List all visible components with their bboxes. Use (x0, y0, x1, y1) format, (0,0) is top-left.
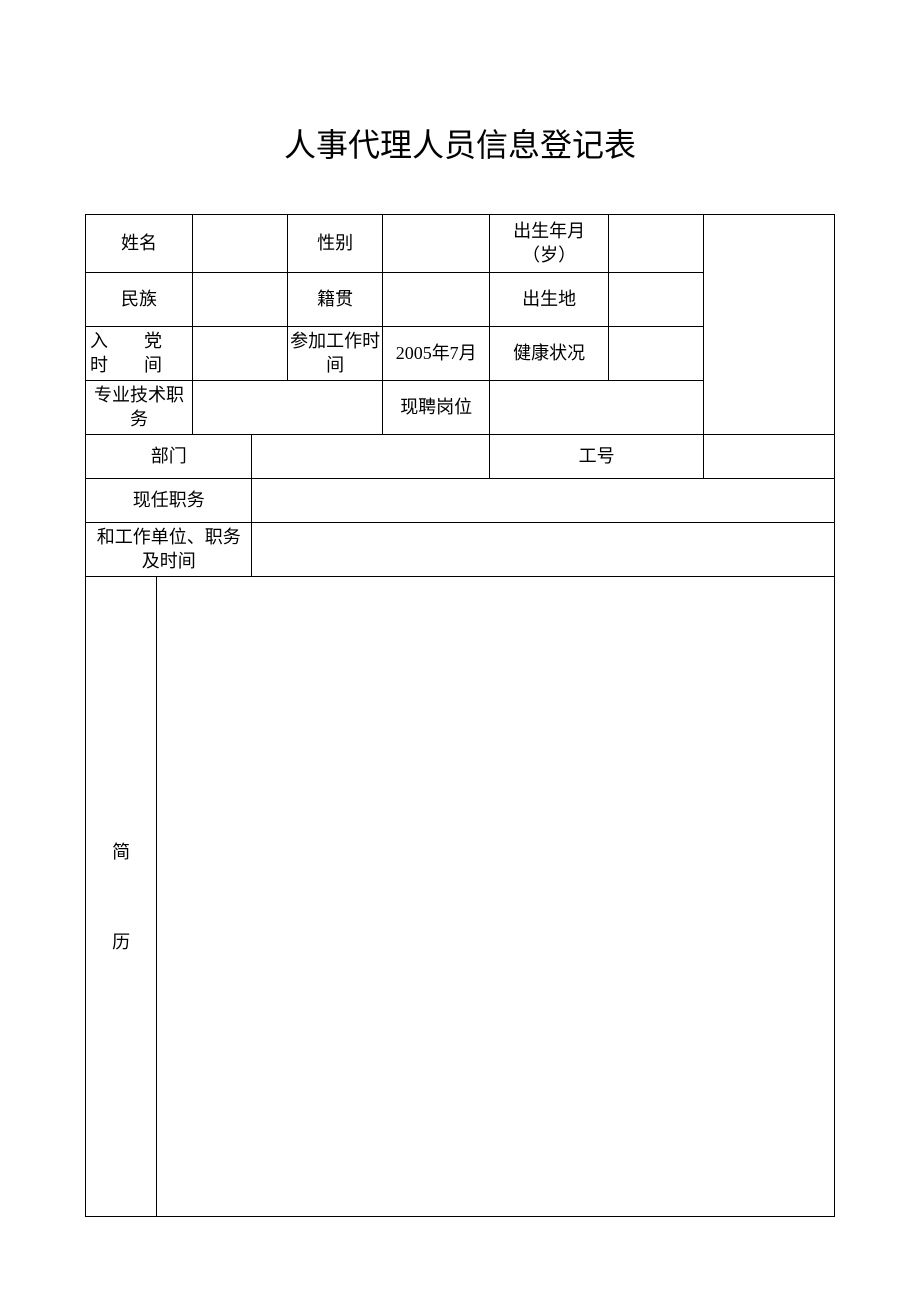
value-native-place (383, 273, 490, 327)
document-page: 人事代理人员信息登记表 姓名 性别 出生年月（岁） (0, 0, 920, 1217)
value-gender (383, 215, 490, 273)
label-resume: 简 历 (86, 577, 157, 1217)
value-name (192, 215, 287, 273)
label-party-c1: 入 (90, 330, 108, 353)
label-party-c4: 间 (144, 354, 162, 377)
value-party-join (192, 327, 287, 381)
label-party-c2: 党 (144, 330, 162, 353)
value-health (609, 327, 704, 381)
value-current-position (252, 479, 835, 523)
value-ethnicity (192, 273, 287, 327)
label-birth: 出生年月（岁） (490, 215, 609, 273)
value-birthplace (609, 273, 704, 327)
value-department (252, 435, 490, 479)
form-title: 人事代理人员信息登记表 (85, 120, 835, 166)
label-gender: 性别 (288, 215, 383, 273)
label-work-unit: 和工作单位、职务及时间 (86, 523, 252, 577)
value-emp-id (704, 435, 835, 479)
label-emp-id: 工号 (490, 435, 704, 479)
label-work-start: 参加工作时间 (288, 327, 383, 381)
label-current-post: 现聘岗位 (383, 381, 490, 435)
label-birthplace: 出生地 (490, 273, 609, 327)
label-ethnicity: 民族 (86, 273, 193, 327)
label-department: 部门 (86, 435, 252, 479)
label-party-c3: 时 (90, 354, 108, 377)
value-work-start: 2005年7月 (383, 327, 490, 381)
value-tech-title (192, 381, 382, 435)
label-resume-c1: 简 (88, 807, 154, 897)
value-current-post (490, 381, 704, 435)
label-native-place: 籍贯 (288, 273, 383, 327)
label-party-join: 入 党 时 间 (86, 327, 193, 381)
registration-table: 姓名 性别 出生年月（岁） 民族 籍贯 出生地 (85, 214, 835, 1217)
value-work-unit (252, 523, 835, 577)
photo-cell (704, 215, 835, 435)
label-resume-c2: 历 (88, 897, 154, 987)
label-health: 健康状况 (490, 327, 609, 381)
value-resume (157, 577, 835, 1217)
label-name: 姓名 (86, 215, 193, 273)
label-tech-title: 专业技术职务 (86, 381, 193, 435)
value-birth (609, 215, 704, 273)
label-current-position: 现任职务 (86, 479, 252, 523)
